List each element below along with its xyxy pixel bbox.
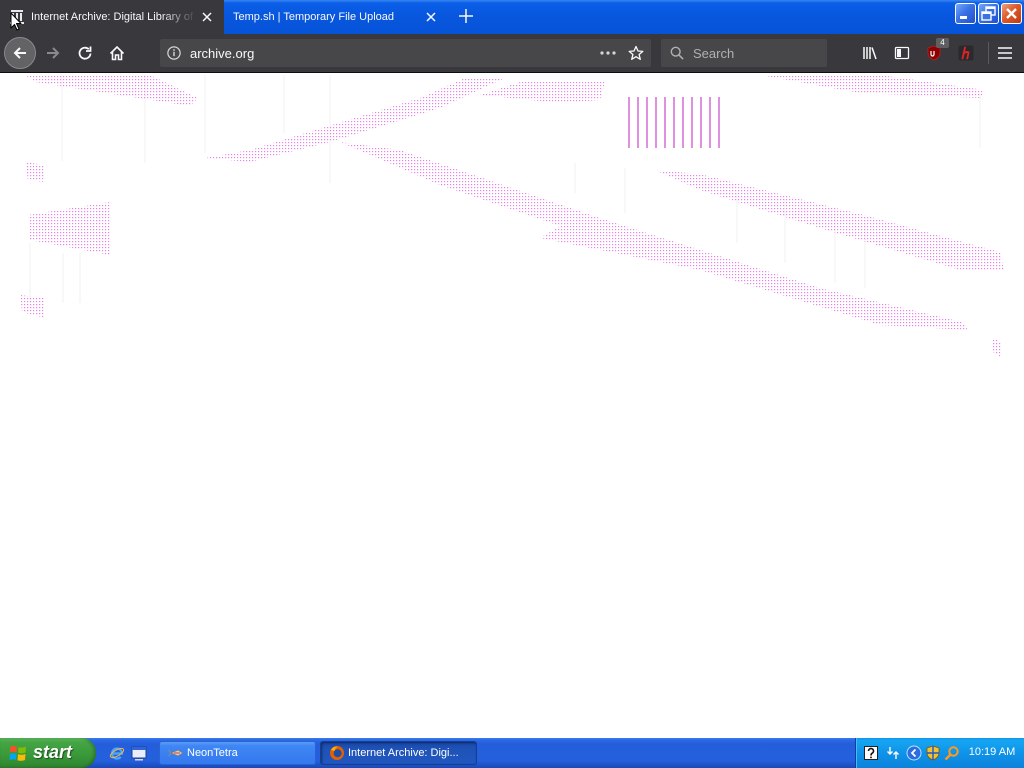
help-icon[interactable] — [863, 745, 879, 761]
back-icon — [13, 47, 26, 59]
internet-explorer-icon[interactable] — [109, 745, 125, 761]
system-tray: 10:19 AM — [855, 738, 1024, 768]
search-icon — [670, 46, 684, 60]
tab-internet-archive[interactable]: Internet Archive: Digital Library of — [0, 0, 224, 34]
page-content[interactable] — [0, 73, 1024, 738]
close-icon — [1006, 8, 1017, 19]
taskbar-button-neontetra[interactable]: NeonTetra — [159, 741, 316, 765]
sync-arrows-icon[interactable] — [885, 745, 901, 761]
mouse-cursor-icon — [10, 12, 22, 31]
start-button[interactable]: start — [0, 738, 96, 768]
menu-icon[interactable] — [997, 45, 1013, 61]
reload-icon[interactable] — [77, 45, 93, 61]
restore-icon — [981, 6, 996, 21]
minimize-icon — [960, 16, 967, 19]
clock: 10:19 AM — [968, 746, 1016, 758]
security-shield-icon[interactable] — [925, 745, 941, 761]
orange-magnifier-icon[interactable] — [944, 745, 960, 761]
new-tab-plus-icon[interactable] — [459, 9, 473, 23]
ublock-count-badge: 4 — [936, 38, 949, 48]
library-icon[interactable] — [862, 45, 878, 61]
navigation-toolbar: 4 — [0, 34, 1024, 73]
page-actions-icon[interactable] — [600, 51, 616, 55]
show-hidden-icons-icon[interactable] — [906, 745, 922, 761]
close-tab-icon[interactable] — [426, 12, 436, 22]
url-bar[interactable] — [160, 39, 651, 67]
url-input[interactable] — [190, 39, 590, 67]
close-window-button[interactable] — [1001, 3, 1022, 24]
bookmark-star-icon[interactable] — [628, 45, 644, 61]
minimize-button[interactable] — [955, 3, 976, 24]
windows-flag-icon — [9, 745, 26, 761]
restore-button[interactable] — [978, 3, 999, 24]
tab-temp-sh[interactable]: Temp.sh | Temporary File Upload — [224, 0, 450, 34]
windows-taskbar: start NeonTetra Internet Archive: Digi..… — [0, 738, 1024, 768]
sidebar-icon[interactable] — [894, 45, 910, 61]
home-icon[interactable] — [109, 45, 125, 61]
forward-icon[interactable] — [45, 45, 61, 61]
tab-title: Internet Archive: Digital Library of — [31, 11, 194, 23]
firefox-icon — [330, 746, 344, 760]
taskbar-button-firefox[interactable]: Internet Archive: Digi... — [320, 741, 477, 765]
close-tab-icon[interactable] — [202, 12, 212, 22]
tab-strip: Internet Archive: Digital Library of Tem… — [0, 0, 1024, 34]
start-label: start — [33, 742, 73, 762]
rendering-artifacts — [20, 75, 1004, 357]
h-extension-icon[interactable] — [958, 45, 974, 61]
search-bar[interactable] — [661, 39, 827, 67]
search-input[interactable] — [693, 39, 818, 67]
show-desktop-icon[interactable] — [131, 745, 147, 761]
back-button[interactable] — [4, 37, 36, 69]
toolbar-separator — [988, 42, 989, 64]
taskbar-button-label: Internet Archive: Digi... — [348, 747, 459, 759]
neontetra-app-icon — [168, 749, 184, 757]
info-icon[interactable] — [167, 46, 181, 60]
taskbar-button-label: NeonTetra — [187, 747, 238, 759]
tab-title: Temp.sh | Temporary File Upload — [233, 11, 394, 23]
